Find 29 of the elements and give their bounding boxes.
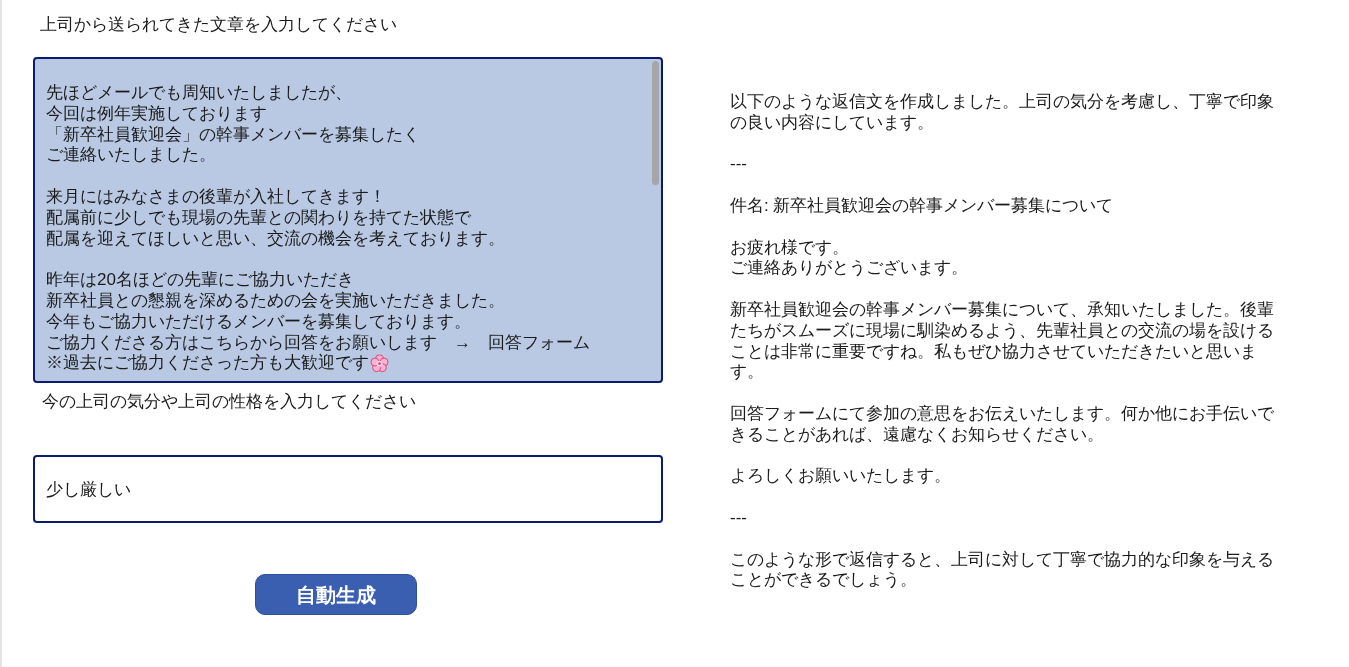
message-line: 来月にはみなさまの後輩が入社してきます！ — [46, 187, 386, 208]
message-line: 「新卒社員歓迎会」の幹事メンバーを募集したく — [46, 124, 420, 146]
reply-text: 以下のような返信文を作成しました。上司の気分を考慮し、丁寧で印象の良い内容にしています。 — [730, 92, 1275, 134]
message-line: ご連絡いたしました。 — [46, 145, 216, 167]
reply-text: このような形で返信すると、上司に対して丁寧で協力的な印象を与えることができるでしょう。 — [730, 549, 1275, 592]
message-line: 今年もご協力いただけるメンバーを募集しております。 — [46, 311, 471, 333]
mood-field[interactable]: 少し厳しい — [33, 455, 663, 523]
reply-text: --- — [730, 154, 748, 176]
reply-text: 件名: 新卒社員歓迎会の幹事メンバー募集について — [730, 196, 1115, 217]
scrollbar-thumb[interactable] — [652, 61, 659, 185]
reply-text: よろしくお願いいたします。 — [730, 466, 952, 488]
reply-text: お疲れ様です。 — [730, 237, 850, 259]
generate-button[interactable]: 自動生成 — [255, 574, 417, 615]
field-label: 上司から送られてきた文章を入力してください — [40, 14, 397, 35]
message-field[interactable] — [33, 57, 663, 383]
message-line: 昨年は20名ほどの先輩にご協力いただき — [46, 270, 354, 291]
reply-text: ご連絡ありがとうございます。 — [730, 258, 969, 280]
message-line: 配属前に少しでも現場の先輩との関わりを持てた状態で — [46, 207, 471, 229]
message-line: 配属を迎えてほしいと思い、交流の機会を考えております。 — [46, 228, 505, 250]
message-line: 今回は例年実施しております — [46, 103, 267, 125]
field-label: 今の上司の気分や上司の性格を入力してください — [42, 391, 416, 412]
cherry-blossom-icon — [370, 354, 389, 374]
message-line: ご協力くださる方はこちらから回答をお願いします → 回答フォーム — [46, 332, 590, 353]
reply-text: 回答フォームにて参加の意思をお伝えいたします。何か他にお手伝いできることがあれば、遠慮なくお知らせください。 — [730, 403, 1275, 446]
message-line: 先ほどメールでも周知いたしましたが、 — [46, 83, 352, 104]
message-line: 新卒社員との懇親を深めるための会を実施いただきました。 — [46, 290, 505, 312]
message-line: ※過去にご協力くださった方も大歓迎です — [46, 353, 369, 375]
reply-text: 新卒社員歓迎会の幹事メンバー募集について、承知いたしました。後輩たちがスムーズに現場に馴染めるよう、先輩社員との交流の場を設けることは非常に重要ですね。私もぜひ協力させていただきたいと思います。 — [730, 299, 1275, 384]
reply-text: --- — [730, 507, 748, 529]
